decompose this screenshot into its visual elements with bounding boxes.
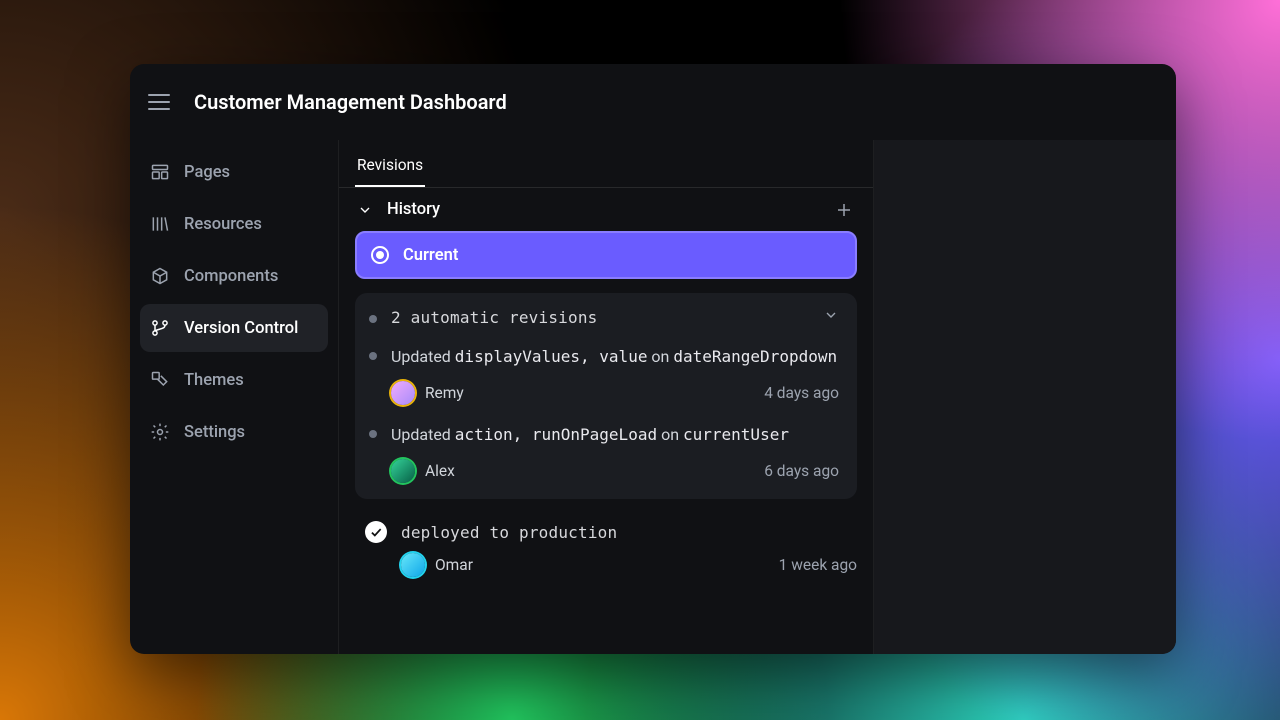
app-window: Customer Management Dashboard Pages Reso…: [130, 64, 1176, 654]
sidebar-item-settings[interactable]: Settings: [140, 408, 328, 456]
revision-item[interactable]: Updated action, runOnPageLoad on current…: [363, 419, 839, 483]
group-summary[interactable]: 2 automatic revisions: [391, 308, 598, 327]
chevron-down-icon[interactable]: [823, 307, 839, 327]
revision-author: Alex: [391, 459, 455, 483]
auto-revisions-group: 2 automatic revisions Updated displayVal…: [355, 293, 857, 499]
sidebar-item-version-control[interactable]: Version Control: [140, 304, 328, 352]
sidebar-item-label: Pages: [184, 163, 230, 182]
revision-time: 4 days ago: [764, 384, 839, 402]
right-panel: [874, 140, 1176, 654]
revision-message: Updated displayValues, value on dateRang…: [391, 345, 837, 369]
tabbar: Revisions: [339, 140, 873, 188]
revision-item[interactable]: Updated displayValues, value on dateRang…: [363, 341, 839, 405]
history-content: Current 2 automatic revisions: [339, 231, 873, 593]
sidebar-item-label: Resources: [184, 215, 262, 234]
add-revision-button[interactable]: [835, 201, 853, 219]
revision-time: 6 days ago: [764, 462, 839, 480]
current-label: Current: [403, 246, 458, 265]
current-revision[interactable]: Current: [355, 231, 857, 279]
chevron-down-icon: [357, 202, 373, 218]
library-icon: [150, 214, 170, 234]
sidebar-item-themes[interactable]: Themes: [140, 356, 328, 404]
sidebar-item-label: Settings: [184, 423, 245, 442]
gear-icon: [150, 422, 170, 442]
revision-message: Updated action, runOnPageLoad on current…: [391, 423, 789, 447]
page-title: Customer Management Dashboard: [194, 90, 507, 114]
avatar: [391, 459, 415, 483]
deploy-author: Omar: [401, 553, 473, 577]
cube-icon: [150, 266, 170, 286]
sidebar-item-label: Components: [184, 267, 278, 286]
bullet-icon: [369, 352, 377, 360]
menu-icon[interactable]: [148, 94, 170, 110]
swatch-icon: [150, 370, 170, 390]
avatar: [401, 553, 425, 577]
sidebar-item-label: Version Control: [184, 319, 298, 338]
history-label: History: [387, 200, 440, 219]
tab-revisions[interactable]: Revisions: [355, 144, 425, 187]
git-branch-icon: [150, 318, 170, 338]
pages-icon: [150, 162, 170, 182]
deploy-entry[interactable]: deployed to production Omar 1 week ago: [355, 521, 857, 577]
history-section-header[interactable]: History: [339, 188, 873, 231]
avatar: [391, 381, 415, 405]
titlebar: Customer Management Dashboard: [130, 64, 1176, 140]
main-panel: Revisions History Current: [339, 140, 874, 654]
radio-selected-icon: [371, 246, 389, 264]
deploy-time: 1 week ago: [779, 556, 857, 574]
check-circle-icon: [365, 521, 387, 543]
deploy-label: deployed to production: [401, 523, 617, 542]
bullet-icon: [369, 315, 377, 323]
sidebar-item-resources[interactable]: Resources: [140, 200, 328, 248]
sidebar-item-label: Themes: [184, 371, 244, 390]
sidebar: Pages Resources Components Version Contr…: [130, 140, 339, 654]
sidebar-item-components[interactable]: Components: [140, 252, 328, 300]
sidebar-item-pages[interactable]: Pages: [140, 148, 328, 196]
app-body: Pages Resources Components Version Contr…: [130, 140, 1176, 654]
bullet-icon: [369, 430, 377, 438]
revision-author: Remy: [391, 381, 464, 405]
